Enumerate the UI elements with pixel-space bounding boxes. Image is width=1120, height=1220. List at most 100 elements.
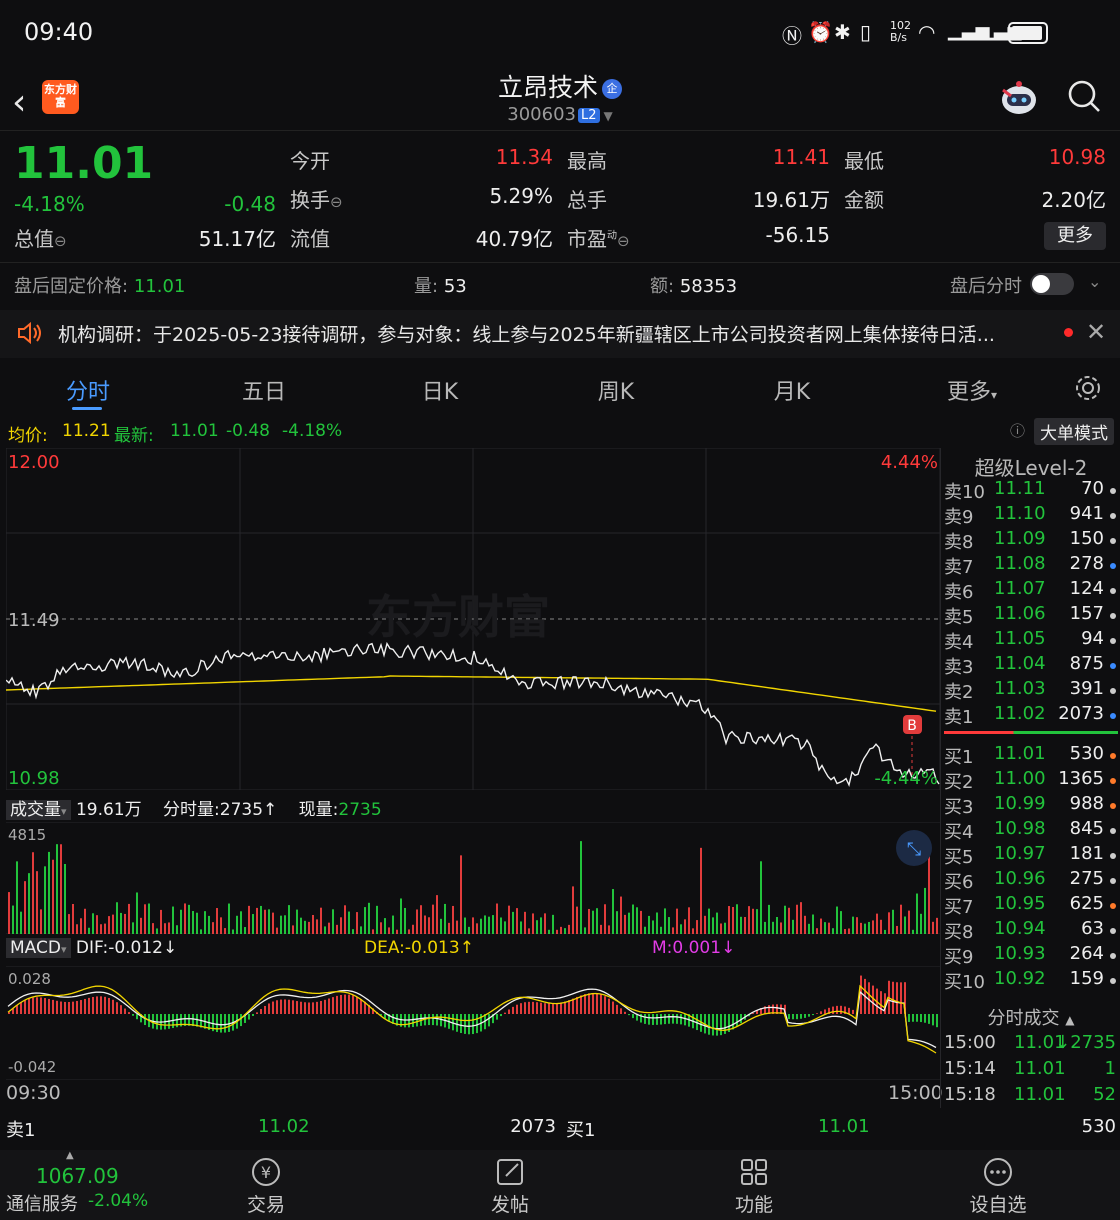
volume-bar bbox=[568, 924, 570, 934]
battery-icon bbox=[1008, 22, 1048, 44]
time-axis-end: 15:00 bbox=[888, 1082, 943, 1104]
turnover-label[interactable]: 换手⊖ bbox=[290, 184, 343, 213]
big-order-mode-button[interactable]: 大单模式 bbox=[1034, 418, 1114, 445]
volume-bar bbox=[808, 923, 810, 934]
macd-bar bbox=[916, 1014, 918, 1022]
ask-row[interactable]: 卖7 11.08 278 bbox=[944, 553, 1120, 578]
volume-bar bbox=[536, 920, 538, 934]
ask-row[interactable]: 卖8 11.09 150 bbox=[944, 528, 1120, 553]
ask-row[interactable]: 卖9 11.10 941 bbox=[944, 503, 1120, 528]
macd-bar bbox=[404, 1014, 406, 1028]
bid-row[interactable]: 买9 10.93 264 bbox=[944, 943, 1120, 968]
volume-bar bbox=[520, 921, 522, 934]
tick-volume-label: 分时量: bbox=[163, 800, 220, 820]
latest-change: -0.48 bbox=[226, 421, 270, 441]
ask-row[interactable]: 卖2 11.03 391 bbox=[944, 678, 1120, 703]
tab-weekly-k[interactable]: 周K bbox=[556, 374, 676, 406]
macd-bar bbox=[936, 1014, 938, 1028]
volume-bar bbox=[92, 913, 94, 934]
tab-five-day[interactable]: 五日 bbox=[204, 374, 324, 406]
ask-price: 11.03 bbox=[994, 678, 1046, 699]
volume-chart[interactable]: 4815 ⤡ bbox=[6, 822, 940, 934]
macd-chart[interactable]: 0.028 -0.042 bbox=[6, 966, 940, 1080]
tick-volume: ↓2735 bbox=[1055, 1032, 1116, 1053]
after-hours-toggle[interactable] bbox=[1030, 273, 1074, 295]
macd-bar bbox=[436, 1014, 438, 1026]
sector-index[interactable]: ▲ 1067.09 通信服务 -2.04% bbox=[0, 1150, 180, 1220]
ticks-title[interactable]: 分时成交 ▲ bbox=[944, 1004, 1118, 1030]
chevron-down-icon[interactable]: ⌄ bbox=[1088, 272, 1101, 291]
macd-bar bbox=[32, 997, 34, 1014]
bid-row[interactable]: 买7 10.95 625 bbox=[944, 893, 1120, 918]
ask-level-label: 卖7 bbox=[944, 557, 974, 578]
mktcap-label[interactable]: 总值⊖ bbox=[14, 223, 67, 252]
tab-intraday[interactable]: 分时 bbox=[28, 374, 148, 406]
ask-row[interactable]: 卖6 11.07 124 bbox=[944, 578, 1120, 603]
macd-bar bbox=[52, 999, 54, 1014]
close-icon[interactable]: ✕ bbox=[1086, 318, 1106, 346]
volume-bar bbox=[396, 929, 398, 934]
pe-sup: 动 bbox=[607, 230, 617, 242]
macd-bar bbox=[624, 1011, 626, 1014]
pct-axis-bottom: -4.44% bbox=[874, 768, 938, 789]
orderbook-title[interactable]: 超级Level-2 bbox=[942, 452, 1120, 481]
pe-label[interactable]: 市盈动⊖ bbox=[567, 223, 630, 252]
volume-bar bbox=[916, 893, 918, 934]
macd-bar bbox=[44, 998, 46, 1014]
volume-bar bbox=[224, 928, 226, 934]
trade-icon: ¥ bbox=[252, 1158, 280, 1186]
macd-bar bbox=[812, 1014, 814, 1016]
nav-trade[interactable]: ¥ 交易 bbox=[206, 1150, 326, 1217]
search-icon[interactable] bbox=[1066, 78, 1102, 114]
volume-bar bbox=[716, 912, 718, 934]
tab-more[interactable]: 更多▾ bbox=[912, 374, 1032, 406]
ask-price: 11.07 bbox=[994, 578, 1046, 599]
nav-functions[interactable]: 功能 bbox=[694, 1150, 814, 1217]
volume-bar bbox=[284, 915, 286, 934]
intraday-chart[interactable]: 东方财富 B 12.00 11.49 10.98 4.44% -4.44% bbox=[6, 448, 940, 790]
ask-row[interactable]: 卖10 11.11 70 bbox=[944, 478, 1120, 503]
robot-assistant-icon[interactable] bbox=[998, 78, 1040, 118]
best-bid-price: 11.01 bbox=[818, 1116, 870, 1137]
nav-add-watchlist[interactable]: 设自选 bbox=[938, 1150, 1058, 1217]
stock-code[interactable]: 300603 L2 ▼ bbox=[0, 104, 1120, 125]
volume-bar bbox=[32, 852, 34, 934]
ask-row[interactable]: 卖1 11.02 2073 bbox=[944, 703, 1120, 728]
nav-post[interactable]: 发帖 bbox=[450, 1150, 570, 1217]
news-text[interactable]: 机构调研：于2025-05-23接待调研，参与对象：线上参与2025年新疆辖区上… bbox=[58, 320, 1058, 347]
bid-row[interactable]: 买2 11.00 1365 bbox=[944, 768, 1120, 793]
tab-monthly-k[interactable]: 月K bbox=[732, 374, 852, 406]
volume-bar bbox=[904, 916, 906, 934]
volume-bar bbox=[552, 914, 554, 934]
tab-daily-k[interactable]: 日K bbox=[380, 374, 500, 406]
volume-bar bbox=[412, 924, 414, 934]
bid-row[interactable]: 买1 11.01 530 bbox=[944, 743, 1120, 768]
volume-bar bbox=[692, 928, 694, 934]
ask-dot bbox=[1110, 538, 1116, 544]
ask-row[interactable]: 卖4 11.05 94 bbox=[944, 628, 1120, 653]
pct-axis-top: 4.44% bbox=[881, 452, 938, 473]
volume-bar bbox=[600, 924, 602, 934]
volume-indicator-button[interactable]: 成交量▾ bbox=[6, 800, 71, 820]
help-icon[interactable]: ⓘ bbox=[1010, 420, 1025, 441]
more-button[interactable]: 更多 bbox=[1044, 222, 1106, 250]
bid-row[interactable]: 买3 10.99 988 bbox=[944, 793, 1120, 818]
ask-row[interactable]: 卖3 11.04 875 bbox=[944, 653, 1120, 678]
bid-row[interactable]: 买5 10.97 181 bbox=[944, 843, 1120, 868]
volume-bar bbox=[884, 929, 886, 934]
volume-bar bbox=[908, 910, 910, 934]
gear-icon[interactable] bbox=[1074, 374, 1102, 402]
macd-indicator-button[interactable]: MACD▾ bbox=[6, 938, 71, 958]
bid-row[interactable]: 买8 10.94 63 bbox=[944, 918, 1120, 943]
bid-row[interactable]: 买4 10.98 845 bbox=[944, 818, 1120, 843]
volume-bar bbox=[632, 904, 634, 934]
bid-row[interactable]: 买6 10.96 275 bbox=[944, 868, 1120, 893]
bid-row[interactable]: 买10 10.92 159 bbox=[944, 968, 1120, 993]
macd-bar bbox=[416, 1014, 418, 1027]
macd-bar bbox=[264, 1005, 266, 1014]
ask-level-label: 卖1 bbox=[944, 707, 974, 728]
ask-row[interactable]: 卖5 11.06 157 bbox=[944, 603, 1120, 628]
tick-price: 11.01 bbox=[1014, 1084, 1066, 1105]
bid-dot bbox=[1110, 928, 1116, 934]
volume-bar bbox=[872, 920, 874, 934]
